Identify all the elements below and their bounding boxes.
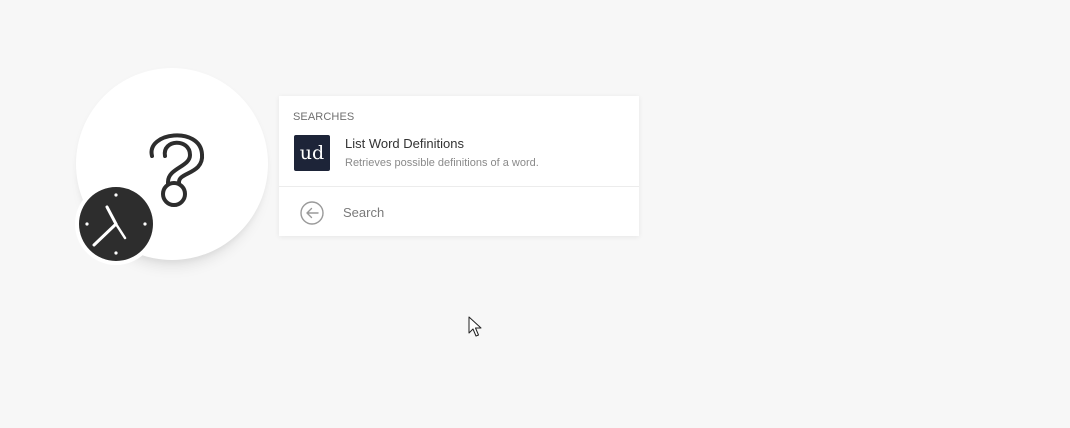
clock-icon bbox=[79, 187, 153, 261]
question-mark-icon bbox=[149, 133, 205, 207]
result-item-list-word-definitions[interactable]: ud List Word Definitions Retrieves possi… bbox=[279, 130, 639, 176]
result-item-description: Retrieves possible definitions of a word… bbox=[345, 157, 539, 169]
search-input[interactable] bbox=[339, 200, 617, 224]
urban-dictionary-logo: ud bbox=[294, 135, 330, 171]
section-header-searches: SEARCHES bbox=[293, 111, 355, 123]
module-search-popup: SEARCHES ud List Word Definitions Retrie… bbox=[279, 96, 639, 236]
popup-divider bbox=[279, 186, 639, 187]
mouse-pointer-icon bbox=[468, 316, 482, 337]
result-item-title: List Word Definitions bbox=[345, 136, 464, 151]
arrow-left-circle-icon[interactable] bbox=[299, 200, 325, 226]
schedule-badge[interactable] bbox=[75, 183, 157, 265]
